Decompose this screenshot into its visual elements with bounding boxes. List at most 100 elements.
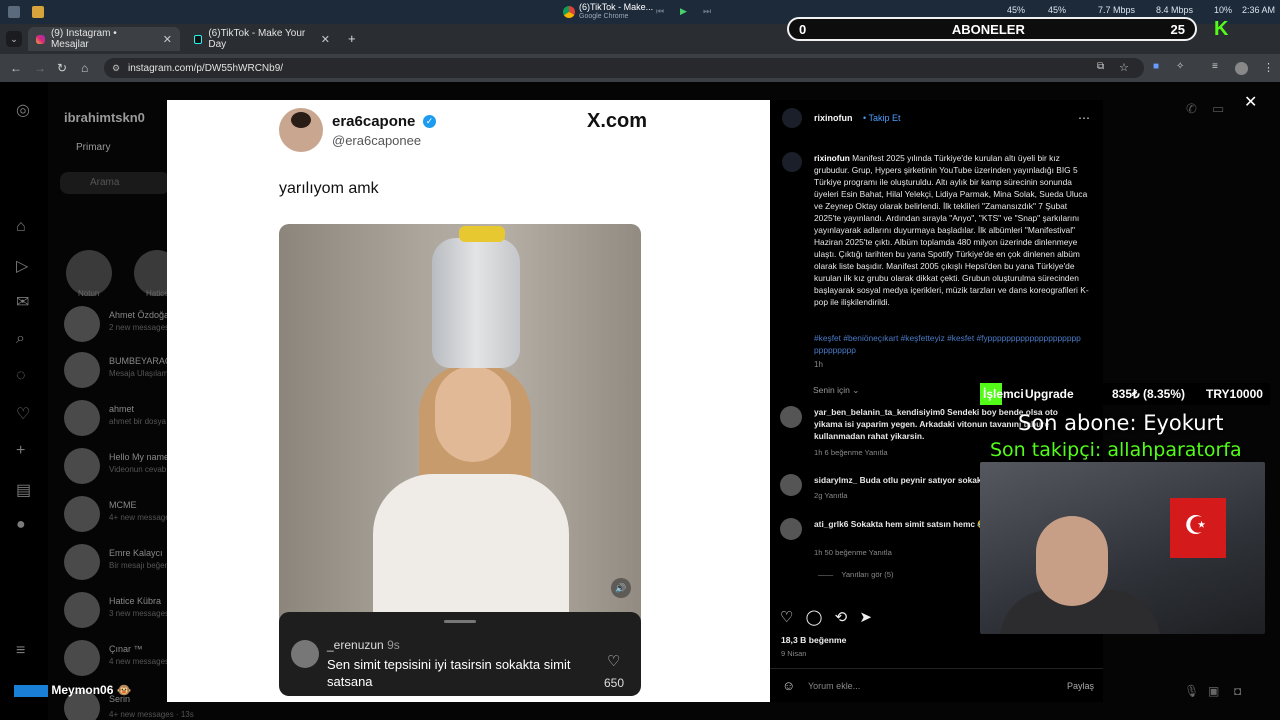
avatar[interactable] (782, 108, 802, 128)
dm-preview: Videonun cevabı (109, 465, 169, 474)
more-options-icon[interactable]: ⋯ (1078, 111, 1090, 125)
dm-row[interactable]: Hello My name Videonun cevabı (64, 448, 174, 488)
close-modal-icon[interactable]: ✕ (1244, 92, 1257, 112)
media-next-icon[interactable]: ⏭ (703, 6, 711, 17)
image-icon[interactable]: ▣ (1208, 684, 1219, 698)
reload-icon[interactable]: ↻ (57, 61, 67, 75)
chrome-menu-icon[interactable]: ⋮ (1263, 61, 1274, 74)
tweet-author-name: era6capone (332, 113, 416, 130)
dm-preview: Bir mesajı beğendi (109, 561, 176, 570)
emoji-icon[interactable]: ☺ (782, 678, 795, 693)
dm-name: Ahmet Özdoğan (109, 310, 175, 320)
post-comment-button[interactable]: Paylaş (1067, 681, 1094, 691)
back-icon[interactable]: ← (10, 61, 22, 75)
avatar (64, 592, 100, 628)
dm-row[interactable]: MCME 4+ new messages (64, 496, 174, 536)
profile-avatar[interactable] (1235, 62, 1248, 75)
media-play-icon[interactable]: ▶ (680, 6, 687, 17)
hashtags[interactable]: #keşfet #beniöneçıkart #keşfetteyiz #kes… (814, 332, 1084, 356)
jar-shape (432, 238, 520, 368)
dm-row[interactable]: Ahmet Özdoğan 2 new messages (64, 306, 174, 346)
avatar (64, 400, 100, 436)
close-tab-icon[interactable]: ✕ (163, 33, 172, 46)
bookmark-star-icon[interactable]: ☆ (1119, 61, 1129, 74)
explore-nav-icon[interactable]: ◌ (16, 367, 26, 385)
tiktok-favicon (194, 34, 203, 44)
dm-row[interactable]: ahmet ahmet bir dosya (64, 400, 174, 440)
messages-nav-icon[interactable]: ✉ (16, 292, 29, 312)
video-call-icon[interactable]: ▭ (1212, 101, 1224, 117)
cpu-stat: 45% (1007, 5, 1026, 15)
avatar[interactable] (780, 406, 802, 428)
home-icon[interactable]: ⌂ (81, 61, 88, 75)
dm-row[interactable]: Çınar ™ 4 new messages (64, 640, 174, 680)
os-app-icon[interactable] (8, 6, 20, 18)
dm-row[interactable]: Emre Kalaycı Bir mesajı beğendi (64, 544, 176, 584)
dm-preview: Mesaja Ulaşılam (109, 369, 169, 378)
avatar[interactable] (780, 518, 802, 540)
view-replies-link[interactable]: —— Yanıtları gör (5) (818, 570, 894, 579)
puzzle-icon[interactable]: ✧ (1176, 61, 1184, 72)
dm-tab-primary[interactable]: Primary (76, 142, 110, 153)
upload-stat: 7.7 Mbps (1098, 5, 1136, 15)
share-icon[interactable]: ➤ (859, 609, 872, 626)
sticker-icon[interactable]: ◘ (1234, 684, 1241, 698)
monkey-icon: 🐵 (116, 683, 132, 697)
tab-tiktok[interactable]: (6)TikTok - Make Your Day ✕ (186, 27, 338, 51)
media-prev-icon[interactable]: ⏮ (656, 6, 664, 17)
forward-icon[interactable]: → (34, 61, 46, 75)
phone-icon[interactable]: ✆ (1186, 101, 1197, 117)
post-author[interactable]: rixinofun (814, 113, 853, 123)
comment-like-count: 650 (604, 676, 625, 690)
taskbar-chrome-item[interactable]: (6)TikTok - Make... Google Chrome (563, 3, 653, 21)
more-nav-icon[interactable]: ≡ (16, 642, 25, 660)
tab-menu-icon[interactable]: ⌄ (6, 31, 22, 47)
os-folder-icon[interactable] (32, 6, 44, 18)
tab-tiktok-label: (6)TikTok - Make Your Day (208, 28, 306, 50)
extension-icon[interactable]: ■ (1153, 61, 1159, 72)
address-bar[interactable]: ⚙ instagram.com/p/DW55hWRCNb9/ (104, 58, 1144, 78)
avatar[interactable] (782, 152, 802, 172)
follow-button[interactable]: • Takip Et (863, 113, 901, 123)
like-count[interactable]: 18,3 B beğenme (781, 635, 846, 645)
search-nav-icon[interactable]: ⌕ (16, 330, 25, 348)
avatar[interactable] (780, 474, 802, 496)
profile-nav-icon[interactable]: ● (16, 516, 26, 534)
video-frame[interactable]: 🔊 _erenuzun 9s Sen simit tepsisini iyi t… (279, 224, 641, 696)
new-tab-icon[interactable]: + (348, 31, 356, 46)
comment-sort-dropdown[interactable]: Senin için ⌄ (813, 385, 859, 396)
webcam-overlay (980, 462, 1265, 634)
repost-icon[interactable]: ⟲ (835, 609, 848, 626)
site-info-icon[interactable]: ⚙ (112, 63, 120, 74)
mic-icon[interactable]: 🎙 (1184, 684, 1199, 698)
comment-meta[interactable]: 2g Yanıtla (814, 491, 848, 500)
tab-instagram[interactable]: (9) Instagram • Mesajlar ✕ (28, 27, 180, 51)
dm-name: MCME (109, 500, 137, 510)
reels-nav-icon[interactable]: ▷ (16, 256, 28, 276)
install-icon[interactable]: ⧉ (1097, 61, 1104, 72)
volume-icon[interactable]: 🔊 (611, 578, 631, 598)
close-tab-icon[interactable]: ✕ (321, 33, 330, 46)
dm-row[interactable]: BUMBEYARAGA Mesaja Ulaşılam (64, 352, 178, 392)
comment-user: _erenuzun 9s (327, 638, 400, 652)
dm-search-input[interactable]: Arama (60, 172, 170, 194)
dm-row[interactable]: Hatice Kübra 3 new messages (64, 592, 174, 632)
comment-text: Sen simit tepsisini iyi tasirsin sokakta… (327, 657, 571, 689)
notifications-nav-icon[interactable]: ♡ (16, 404, 30, 424)
create-nav-icon[interactable]: + (16, 442, 25, 460)
comment-input[interactable]: Yorum ekle... (808, 681, 860, 691)
comment-meta[interactable]: 1h 50 beğenme Yanıtla (814, 548, 892, 557)
post-caption: rixinofun Manifest 2025 yılında Türkiye'… (814, 153, 1089, 307)
like-icon[interactable]: ♡ (780, 609, 793, 626)
instagram-logo-icon[interactable]: ◎ (16, 100, 30, 120)
taskbar-title: (6)TikTok - Make... (579, 2, 654, 12)
dm-name: Emre Kalaycı (109, 548, 163, 558)
post-media[interactable]: era6capone ✓ @era6caponee X.com yarılıyo… (167, 100, 770, 702)
home-nav-icon[interactable]: ⌂ (16, 218, 26, 236)
playlist-icon[interactable]: ≡ (1212, 61, 1218, 72)
dm-username[interactable]: ibrahimtskn0 (64, 110, 145, 125)
face-shape (435, 366, 511, 462)
dashboard-nav-icon[interactable]: ▤ (16, 480, 31, 500)
comment-icon[interactable]: ◯ (806, 609, 823, 626)
comment-meta[interactable]: 1h 6 beğenme Yanıtla (814, 448, 888, 457)
